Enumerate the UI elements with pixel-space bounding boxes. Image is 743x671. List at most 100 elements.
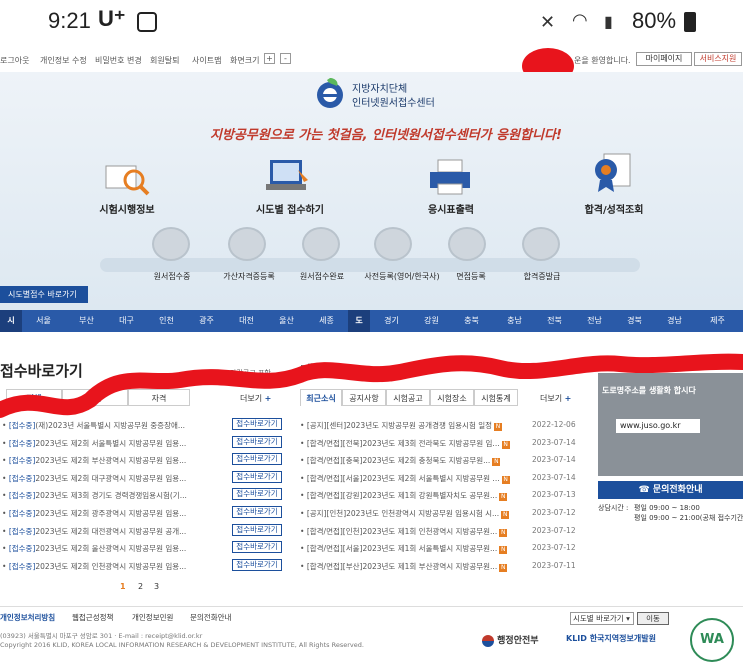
item-title: 2023년도 제2회 부산광역시 지방공무원 임용... [35, 456, 187, 466]
board-item[interactable]: • [공지][인천]2023년도 인천광역시 지방공무원 임용시험 시... N [300, 508, 512, 519]
submenu-certificate[interactable]: 합격증발급 [512, 271, 572, 282]
board-item-date: 2023-07-13 [532, 490, 576, 500]
board-item-date: 2023-07-11 [532, 560, 576, 570]
certificate-icon[interactable] [588, 152, 636, 192]
apply-shortcut-button[interactable]: 접수바로가기 [232, 558, 282, 571]
region-chungnam[interactable]: 충남 [493, 310, 536, 332]
board-item[interactable]: • [공지][센터]2023년도 지방공무원 공개경쟁 임용시험 일정 N [300, 420, 512, 431]
submenu-preregister[interactable]: 사전등록(영어/한국사) [358, 271, 446, 282]
checkbox-icon[interactable] [302, 227, 340, 261]
contact-info-link[interactable]: 문의전화안내 [190, 612, 231, 623]
document-icon[interactable] [374, 227, 412, 261]
board-item[interactable]: • [합격/면접][전북]2023년도 제3회 전라북도 지방공무원 임... N [300, 438, 512, 449]
list-item[interactable]: • [접수중]2023년도 제2회 서울특별시 지방공무원 임용... [2, 438, 226, 449]
edit-profile-link[interactable]: 개인정보 수정 [40, 55, 87, 66]
board-item-title: [합격/면접][서울]2023년도 제1회 서울특별시 지방공무원... [306, 544, 498, 554]
contact-phone-button[interactable]: ☎ 문의전화안내 [598, 481, 743, 499]
phone-status-bar: 9:21 U⁺ ✕ ◠ ▮ 80% [0, 0, 743, 46]
board-item-date: 2023-07-14 [532, 472, 576, 482]
region-jeonbuk[interactable]: 전북 [536, 310, 573, 332]
board-item[interactable]: • [합격/면접][강원]2023년도 제1회 강원특별자치도 공무원... N [300, 490, 512, 502]
exam-info-icon[interactable] [102, 158, 150, 198]
road-address-banner[interactable]: 도로명주소를 생활화 합시다 www.juso.go.kr [598, 373, 743, 476]
change-password-link[interactable]: 비밀번호 변경 [95, 55, 142, 66]
apply-shortcut-button[interactable]: 접수바로가기 [232, 470, 282, 483]
sitemap-link[interactable]: 사이트맵 [192, 55, 221, 66]
menu-print-ticket[interactable]: 응시표출력 [416, 201, 486, 216]
region-jeonnam[interactable]: 전남 [573, 310, 616, 332]
list-item[interactable]: • [접수중]2023년도 제2회 부산광역시 지방공무원 임용... [2, 455, 226, 466]
region-chungbuk[interactable]: 충북 [450, 310, 493, 332]
menu-apply-by-region[interactable]: 시도별 접수하기 [250, 201, 330, 216]
zoom-in-icon[interactable]: + [264, 53, 275, 64]
board-item[interactable]: • [합격/면접][서울]2023년도 제1회 서울특별시 지방공무원... N [300, 543, 512, 555]
license-card-icon[interactable] [228, 227, 266, 261]
item-title: 2023년도 제2회 대전광역시 지방공무원 공개... [35, 526, 187, 536]
region-sejong[interactable]: 세종 [305, 310, 348, 332]
mypage-button[interactable]: 마이페이지 [636, 52, 692, 66]
board-item[interactable]: • [합격/면접][인천]2023년도 제1회 인천광역시 지방공무원... N [300, 526, 512, 537]
region-gyeonggi[interactable]: 경기 [370, 310, 413, 332]
menu-results[interactable]: 합격/성적조회 [578, 201, 650, 216]
list-item[interactable]: • [접수중]2023년도 제2회 대구광역시 지방공무원 임용... [2, 473, 226, 484]
board-item[interactable]: • [합격/면접][충북]2023년도 제2회 충청북도 지방공무원... N [300, 455, 512, 467]
board-item-date: 2023-07-12 [532, 543, 576, 553]
submenu-apply-complete[interactable]: 원서접수완료 [290, 271, 354, 282]
region-incheon[interactable]: 인천 [145, 310, 188, 332]
go-button[interactable]: 이동 [637, 612, 669, 625]
region-quick-link[interactable]: 시도별접수 바로가기 [0, 286, 88, 303]
mute-icon: ✕ [540, 12, 556, 33]
submenu-applying[interactable]: 원서접수중 [144, 271, 200, 282]
printer-icon[interactable] [426, 158, 474, 198]
apply-shortcut-button[interactable]: 접수바로가기 [232, 435, 282, 448]
apply-shortcut-button[interactable]: 접수바로가기 [232, 488, 282, 501]
hours-weekday: 평일 09:00 ~ 18:00 [634, 504, 700, 512]
region-jeju[interactable]: 제주 [696, 310, 739, 332]
logo-line1: 지방자치단체 [352, 84, 408, 95]
apply-shortcut-button[interactable]: 접수바로가기 [232, 453, 282, 466]
region-gangwon[interactable]: 강원 [413, 310, 450, 332]
privacy-complaint-link[interactable]: 개인정보민원 [132, 612, 173, 623]
board-item[interactable]: • [합격/면접][서울]2023년도 제2회 서울특별시 지방공무원 ... N [300, 473, 512, 484]
region-select[interactable]: 시도별 바로가기 ▾ [570, 612, 634, 625]
board-item[interactable]: • [합격/면접][부산]2023년도 제1회 부산광역시 지방공무원... N [300, 561, 512, 572]
withdraw-link[interactable]: 회원탈퇴 [150, 55, 179, 66]
menu-exam-info[interactable]: 시험시행정보 [96, 201, 158, 216]
apply-shortcut-button[interactable]: 접수바로가기 [232, 523, 282, 536]
page-2[interactable]: 2 [138, 582, 143, 591]
board-item-title: [공지][인천]2023년도 인천광역시 지방공무원 임용시험 시... [306, 509, 500, 518]
badge-icon[interactable] [522, 227, 560, 261]
list-item[interactable]: • [접수중]2023년도 제2회 광주광역시 지방공무원 임용... [2, 508, 226, 519]
klid-logo-icon[interactable] [313, 76, 347, 110]
apply-shortcut-button[interactable]: 접수바로가기 [232, 506, 282, 518]
list-item[interactable]: • [접수중]2023년도 제2회 대전광역시 지방공무원 공개... [2, 526, 226, 537]
service-support-button[interactable]: 서비스지원 [694, 52, 742, 66]
region-gyeongbuk[interactable]: 경북 [616, 310, 653, 332]
privacy-policy-link[interactable]: 개인정보처리방침 [0, 612, 55, 623]
logout-link[interactable]: 로그아웃 [0, 55, 29, 66]
region-daegu[interactable]: 대구 [108, 310, 145, 332]
list-item[interactable]: • [접수중](재)2023년 서울특별시 지방공무원 중증장애... [2, 420, 226, 431]
page-3[interactable]: 3 [154, 582, 159, 591]
region-daejeon[interactable]: 대전 [225, 310, 268, 332]
region-ulsan[interactable]: 울산 [268, 310, 305, 332]
pencil-icon[interactable] [152, 227, 190, 261]
submenu-interview[interactable]: 면접등록 [446, 271, 496, 282]
region-busan[interactable]: 부산 [65, 310, 108, 332]
list-item[interactable]: • [접수중]2023년도 제2회 울산광역시 지방공무원 임용... [2, 543, 226, 554]
region-gyeongnam[interactable]: 경남 [653, 310, 696, 332]
apply-shortcut-button[interactable]: 접수바로가기 [232, 541, 282, 554]
laptop-icon[interactable] [264, 156, 312, 196]
list-item[interactable]: • [접수중]2023년도 제2회 인천광역시 지방공무원 임용... [2, 561, 226, 572]
banner-url: www.juso.go.kr [616, 419, 700, 433]
list-item[interactable]: • [접수중]2023년도 제3회 경기도 경력경쟁임용시험(기... [2, 490, 226, 501]
region-gwangju[interactable]: 광주 [188, 310, 225, 332]
item-title: (재)2023년 서울특별시 지방공무원 중증장애... [35, 421, 186, 430]
zoom-out-icon[interactable]: - [280, 53, 291, 64]
page-1[interactable]: 1 [120, 582, 126, 591]
carrier-label: U⁺ [98, 6, 126, 31]
region-seoul[interactable]: 서울 [22, 310, 65, 332]
accessibility-policy-link[interactable]: 웹접근성정책 [72, 612, 113, 623]
submenu-extra-license[interactable]: 가산자격증등록 [214, 271, 284, 282]
id-card-icon[interactable] [448, 227, 486, 261]
